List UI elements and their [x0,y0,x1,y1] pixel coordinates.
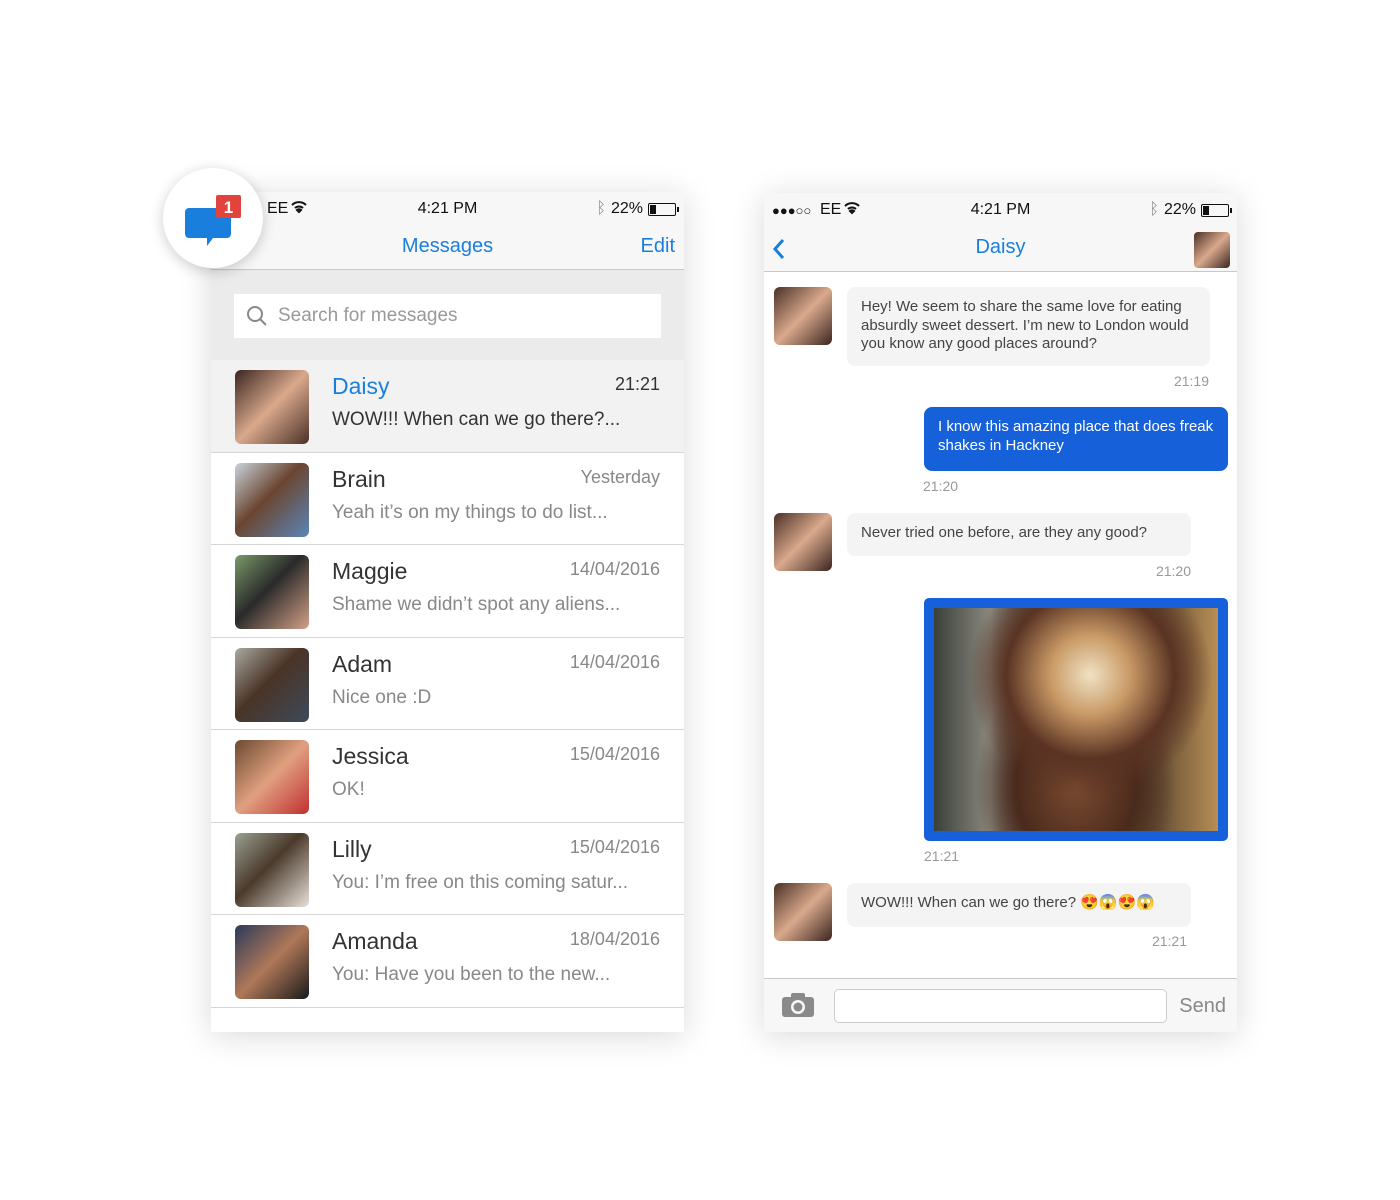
battery-icon [1201,203,1232,217]
contact-name: Maggie [332,558,408,584]
message-input[interactable] [834,989,1167,1023]
conversation-row[interactable]: Adam 14/04/2016 Nice one :D [211,638,684,730]
message-preview: WOW!!! When can we go there?... [332,409,621,430]
timestamp: 21:20 [1155,563,1191,579]
chat-bubble-icon: 1 [185,195,241,246]
date: 14/04/2016 [569,559,660,579]
send-button[interactable]: Send [1179,995,1226,1018]
timestamp: 21:21 [924,848,960,864]
app-icon: 1 [163,168,263,268]
contact-avatar[interactable] [1194,232,1230,268]
status-bar: ●●●○○ EE 4:21 PM ᛒ 22% [764,193,1237,226]
message-bubble: Hey! We seem to share the same love for … [847,287,1210,366]
contact-name: Daisy [332,373,390,399]
composer-bar: Send [764,978,1237,1032]
date: 21:21 [614,374,660,394]
message-preview: OK! [332,779,365,800]
conversation-row[interactable]: Daisy 21:21 WOW!!! When can we go there?… [211,360,684,453]
milkshake-photo [934,608,1218,831]
avatar [774,513,832,571]
date: 15/04/2016 [569,744,660,764]
message-bubble: WOW!!! When can we go there? 😍😱😍😱 [847,883,1191,927]
message-preview: You: I’m free on this coming satur... [332,871,629,893]
message-preview: Shame we didn’t spot any aliens... [332,594,621,615]
message-preview: You: Have you been to the new... [332,964,611,985]
bluetooth-icon: ᛒ [1149,201,1159,218]
message-preview: Nice one :D [332,686,432,708]
contact-name: Brain [332,465,386,492]
battery-percent: 22% [1163,201,1196,218]
page-title: Messages [401,235,494,257]
message-bubble: Never tried one before, are they any goo… [847,513,1191,556]
avatar [235,555,309,629]
image-message[interactable] [924,598,1228,841]
avatar [235,832,309,907]
date: 15/04/2016 [569,836,660,857]
contact-name: Jessica [332,743,409,769]
status-bar: EE 4:21 PM ᛒ 22% [211,192,684,225]
search-placeholder: Search for messages [278,305,458,326]
avatar [774,287,832,345]
contact-name: Adam [332,650,393,677]
conversation-row[interactable]: Maggie 14/04/2016 Shame we didn’t spot a… [211,545,684,638]
contact-name: Amanda [332,928,418,954]
avatar [235,925,309,999]
camera-icon[interactable] [781,992,815,1018]
battery-percent: 22% [610,200,643,217]
avatar [235,370,309,444]
timestamp: 21:20 [923,478,959,494]
battery-icon [648,202,679,216]
date: 18/04/2016 [569,929,660,949]
chat-screen: ●●●○○ EE 4:21 PM ᛒ 22% Daisy Hey! We seem… [764,193,1237,1032]
conversation-row[interactable]: Lilly 15/04/2016 You: I’m free on this c… [211,823,684,915]
message-bubble-sent: I know this amazing place that does frea… [924,407,1228,471]
date: 14/04/2016 [569,651,660,672]
avatar [235,647,309,722]
conversation-row[interactable]: Amanda 18/04/2016 You: Have you been to … [211,915,684,1008]
edit-button[interactable]: Edit [641,235,675,258]
search-input[interactable]: Search for messages [234,294,661,338]
timestamp: 21:19 [1173,373,1209,389]
nav-bar: Messages Edit [211,225,684,270]
search-icon [247,306,267,326]
avatar [235,462,309,537]
badge-count: 1 [224,198,233,217]
message-preview: Yeah it’s on my things to do list... [332,501,608,523]
avatar [774,883,832,941]
contact-name: Daisy [975,236,1026,258]
timestamp: 21:21 [1151,933,1187,949]
conversation-row[interactable]: Brain Yesterday Yeah it’s on my things t… [211,453,684,545]
messages-list-screen: EE 4:21 PM ᛒ 22% Messages Edit Search for… [211,192,684,1032]
conversation-row[interactable]: Jessica 15/04/2016 OK! [211,730,684,823]
bluetooth-icon: ᛒ [596,200,606,217]
contact-name: Lilly [332,835,372,862]
nav-bar: Daisy [764,226,1237,272]
date: Yesterday [580,466,660,487]
avatar [235,740,309,814]
